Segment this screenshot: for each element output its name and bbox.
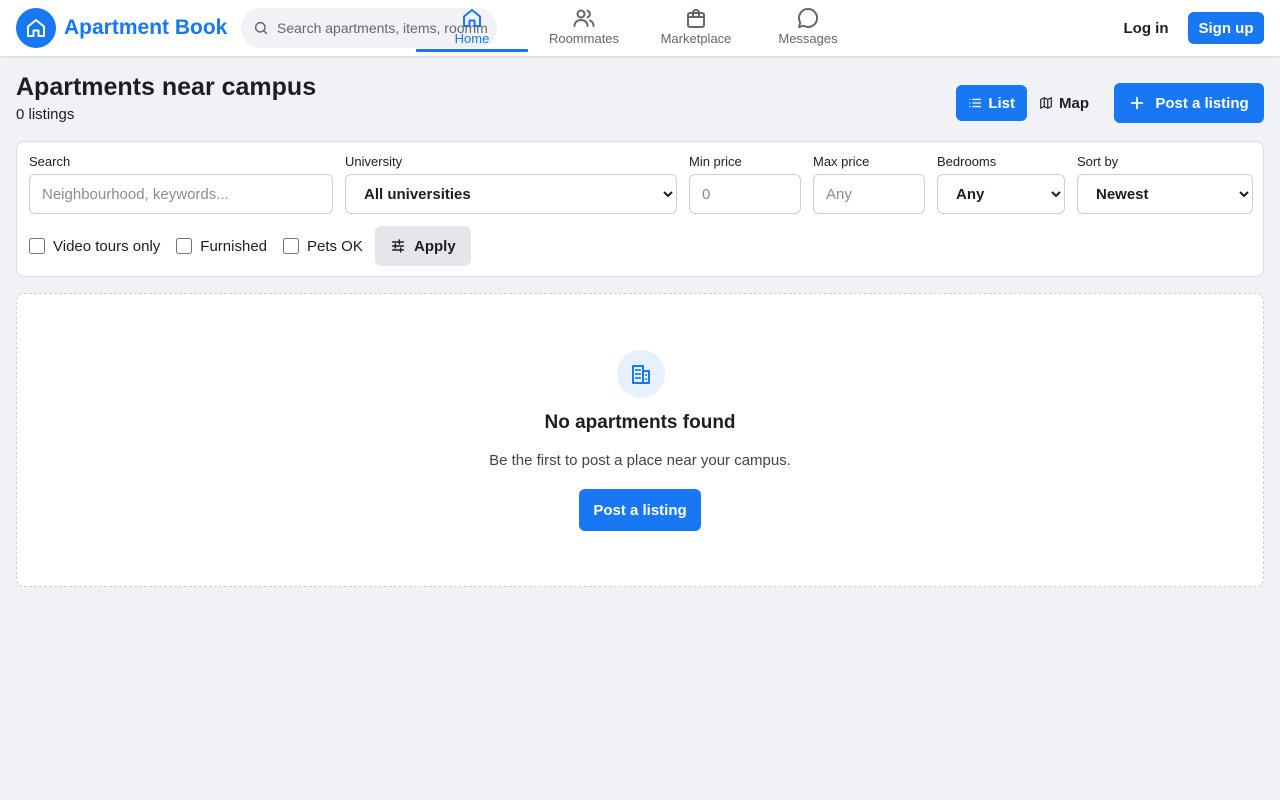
furnished-label: Furnished [200,237,267,255]
page-title: Apartments near campus [16,73,317,101]
empty-title: No apartments found [544,412,736,433]
nav-home[interactable]: Home [416,0,528,56]
search-input[interactable] [29,174,333,214]
nav-roommates-label: Roommates [548,31,620,46]
home-icon [463,9,481,27]
view-list-button[interactable]: List [956,85,1027,121]
login-button[interactable]: Log in [1114,12,1178,44]
apply-label: Apply [414,237,456,255]
min-price-label: Min price [689,154,742,169]
list-icon [969,98,982,108]
empty-post-listing-button[interactable]: Post a listing [579,489,701,531]
min-price-input[interactable] [689,174,801,214]
apply-filters-button[interactable]: Apply [374,226,471,266]
signup-button[interactable]: Sign up [1188,12,1264,44]
listing-count: 0 listings [16,106,75,123]
furnished-checkbox[interactable] [176,238,193,254]
post-listing-label: Post a listing [1155,94,1249,112]
nav-messages-label: Messages [778,31,838,46]
sliders-icon [391,239,405,253]
plus-icon [1131,96,1144,110]
university-label: University [345,154,403,169]
users-icon [573,9,595,27]
nav-roommates[interactable]: Roommates [528,0,640,56]
brand-name: Apartment Book [64,16,228,39]
nav-home-label: Home [454,31,490,46]
pets-filter[interactable]: Pets OK [283,238,363,255]
sort-select[interactable]: Newest [1077,174,1253,214]
post-listing-button[interactable]: Post a listing [1114,83,1264,123]
empty-subtitle: Be the first to post a place near your c… [489,452,791,469]
video-tours-checkbox[interactable] [29,238,45,254]
furnished-filter[interactable]: Furnished [176,238,267,255]
view-map-label: Map [1059,94,1089,112]
filter-checkboxes: Video tours only Furnished Pets OK Apply [29,226,471,266]
bedrooms-label: Bedrooms [937,154,997,169]
view-list-label: List [988,94,1015,112]
search-label: Search [29,154,71,169]
video-tours-label: Video tours only [53,237,161,255]
main-nav: Home Roommates Marketplace Messages [416,0,864,56]
building-icon [617,350,665,398]
pets-checkbox[interactable] [283,238,299,254]
empty-state: No apartments found Be the first to post… [16,293,1264,587]
filters-panel: Search University All universities Min p… [16,141,1264,277]
sort-label: Sort by [1077,154,1119,169]
view-toggle: List Map [956,85,1101,121]
message-circle-icon [798,7,819,28]
max-price-input[interactable] [813,174,925,214]
shopping-bag-icon [687,9,705,28]
search-icon [254,21,268,35]
max-price-label: Max price [813,154,870,169]
video-tours-filter[interactable]: Video tours only [29,238,160,255]
map-icon [1040,97,1052,109]
top-bar: Apartment Book Home Roommates Marketplac… [0,0,1280,57]
university-select[interactable]: All universities [345,174,677,214]
nav-marketplace-label: Marketplace [660,31,732,46]
view-map-button[interactable]: Map [1027,85,1101,121]
nav-messages[interactable]: Messages [752,0,864,56]
home-logo-icon [16,8,56,48]
brand-logo[interactable]: Apartment Book [16,8,227,48]
bedrooms-select[interactable]: Any [937,174,1065,214]
nav-marketplace[interactable]: Marketplace [640,0,752,56]
pets-label: Pets OK [307,237,363,255]
